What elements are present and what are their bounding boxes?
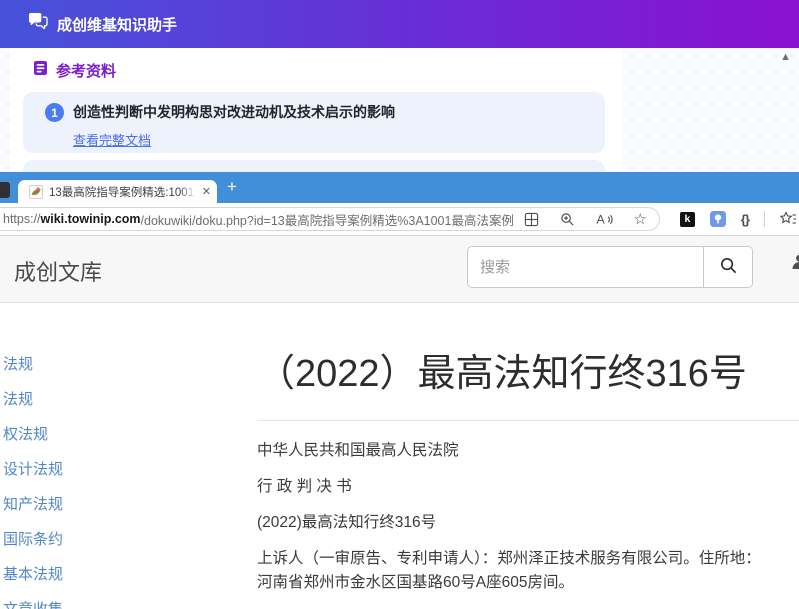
assistant-body: 参考资料 1 创造性判断中发明构思对改进动机及技术启示的影响 查看完整文档 ▲: [0, 48, 799, 172]
search-box: [467, 246, 753, 288]
reference-card-partial[interactable]: [23, 160, 605, 172]
favorite-star-icon[interactable]: ☆: [634, 212, 647, 227]
article-paragraph: 河南省郑州市金水区国基路60号A座605房间。: [257, 573, 799, 593]
tab-close-icon[interactable]: ✕: [202, 185, 211, 198]
extension-pin-icon[interactable]: [710, 211, 726, 227]
zoom-in-icon[interactable]: [560, 212, 575, 227]
reference-card[interactable]: 1 创造性判断中发明构思对改进动机及技术启示的影响 查看完整文档: [23, 92, 605, 153]
references-section-title: 参考资料: [56, 60, 116, 81]
tab-bar: 13最高院指导案例精选:1001最高 ✕ +: [0, 172, 799, 203]
browser-window: 13最高院指导案例精选:1001最高 ✕ + https://wiki.towi…: [0, 172, 799, 609]
toolbar-separator: [764, 211, 765, 227]
scroll-up-arrow[interactable]: ▲: [780, 51, 791, 63]
article-paragraph: 中华人民共和国最高人民法院: [257, 441, 799, 461]
article: （2022）最高法知行终316号 中华人民共和国最高人民法院 行 政 判 决 书…: [257, 303, 799, 609]
partial-app-icon[interactable]: [0, 182, 10, 198]
article-body: 中华人民共和国最高人民法院 行 政 判 决 书 (2022)最高法知行终316号…: [257, 441, 799, 593]
reference-number-badge: 1: [45, 103, 64, 122]
address-bar: https://wiki.towinip.com/dokuwiki/doku.p…: [0, 203, 799, 236]
book-icon: [33, 60, 48, 81]
article-paragraph: 上诉人（一审原告、专利申请人）：郑州泽正技术服务有限公司。住所地：: [257, 549, 799, 569]
reference-card-body: 创造性判断中发明构思对改进动机及技术启示的影响 查看完整文档: [73, 103, 395, 153]
title-divider: [257, 420, 799, 421]
article-paragraph: (2022)最高法知行终316号: [257, 513, 799, 533]
view-full-doc-link[interactable]: 查看完整文档: [73, 130, 151, 149]
extensions-toolbar: k {}: [680, 203, 797, 235]
favorites-hub-icon[interactable]: [780, 211, 797, 227]
svg-text:A: A: [596, 212, 605, 226]
browser-tab[interactable]: 13最高院指导案例精选:1001最高 ✕: [18, 180, 217, 203]
url-path: /dokuwiki/doku.php?id=13最高院指导案例精选%3A1001…: [141, 210, 514, 229]
search-input[interactable]: [468, 247, 703, 287]
extension-braces-icon[interactable]: {}: [741, 212, 749, 227]
search-icon: [719, 256, 738, 278]
url-host: wiki.towinip.com: [41, 212, 141, 226]
chat-panel: 参考资料 1 创造性判断中发明构思对改进动机及技术启示的影响 查看完整文档: [10, 48, 622, 172]
search-button[interactable]: [703, 247, 752, 287]
url-scheme: https://: [3, 212, 41, 226]
assistant-title: 成创维基知识助手: [57, 14, 177, 35]
split-screen-icon[interactable]: [524, 212, 539, 227]
sidebar-link[interactable]: 文章收集: [3, 602, 63, 609]
dokuwiki-favicon-icon: [29, 185, 43, 199]
user-icon[interactable]: [791, 253, 799, 275]
sidebar-link[interactable]: 法规: [3, 357, 63, 372]
tab-title: 13最高院指导案例精选:1001最高: [49, 184, 196, 200]
extension-k-icon[interactable]: k: [680, 212, 695, 227]
new-tab-button[interactable]: +: [227, 177, 237, 197]
reference-title: 创造性判断中发明构思对改进动机及技术启示的影响: [73, 103, 395, 122]
sidebar-link[interactable]: 知产法规: [3, 497, 63, 512]
sidebar-link[interactable]: 权法规: [3, 427, 63, 442]
site-title: 成创文库: [14, 255, 102, 287]
sidebar-nav: 法规 法规 权法规 设计法规 知产法规 国际条约 基本法规 文章收集: [3, 357, 63, 609]
references-section-header: 参考资料: [33, 60, 116, 81]
sidebar-link[interactable]: 基本法规: [3, 567, 63, 582]
address-bar-actions: A ☆: [514, 212, 647, 227]
wiki-page-header: 成创文库: [0, 236, 799, 303]
screen: 成创维基知识助手 参考资料 1 创造性判断中发明构思对改进动机及技术启示的影响 …: [0, 0, 799, 609]
sidebar-link[interactable]: 设计法规: [3, 462, 63, 477]
assistant-header: 成创维基知识助手: [0, 0, 799, 48]
chat-bubbles-icon: [27, 12, 48, 36]
read-aloud-icon[interactable]: A: [596, 212, 613, 227]
wiki-page-content: 法规 法规 权法规 设计法规 知产法规 国际条约 基本法规 文章收集 （2022…: [0, 303, 799, 609]
wiki-page: 成创文库 法规 法规 权法规: [0, 236, 799, 609]
sidebar-link[interactable]: 法规: [3, 392, 63, 407]
url-input[interactable]: https://wiki.towinip.com/dokuwiki/doku.p…: [0, 207, 660, 231]
article-paragraph: 行 政 判 决 书: [257, 477, 799, 497]
sidebar-link[interactable]: 国际条约: [3, 532, 63, 547]
article-title: （2022）最高法知行终316号: [257, 353, 799, 395]
